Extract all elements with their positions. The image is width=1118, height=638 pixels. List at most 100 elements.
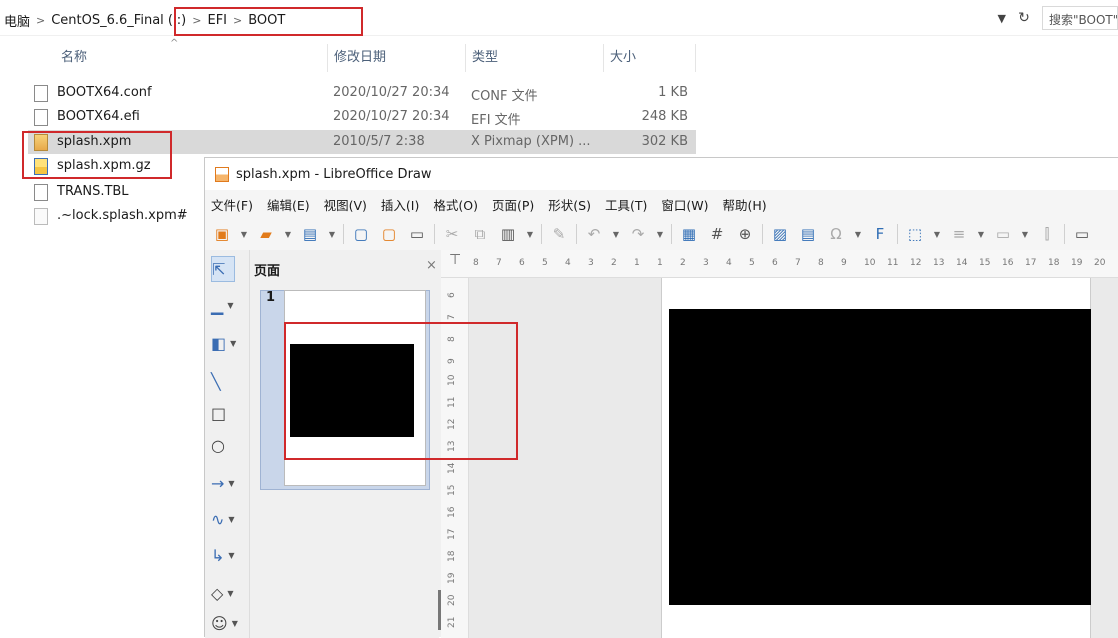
ruler-tick-label: 7 [795,258,801,268]
breadcrumb-item-drive[interactable]: CentOS_6.6_Final (I:) [51,13,186,28]
chevron-down-icon[interactable]: ▼ [853,223,863,245]
ruler-tick-label: 15 [447,484,457,496]
annotation-box-thumbnail [284,322,518,460]
connector-tool-icon[interactable]: ↳ ▼ [211,542,245,568]
save-icon[interactable]: ▤ [299,223,321,245]
chevron-down-icon[interactable]: ▼ [230,339,236,348]
menu-window[interactable]: 窗口(W) [661,195,708,214]
file-icon [34,184,48,201]
ruler-tick-label: 21 [447,616,457,628]
drawing-canvas[interactable] [469,278,1118,638]
column-size[interactable]: 大小 [604,44,696,72]
new-document-icon[interactable]: ▣ [211,223,233,245]
file-icon [34,85,48,102]
horizontal-ruler[interactable]: ⊤ 8 7 6 5 4 3 2 1 1 2 3 4 5 6 7 8 9 10 11 12 13 14 15 16 17 18 19 20 [441,250,1118,278]
file-row[interactable]: .~lock.splash.xpm# [28,204,204,228]
ruler-tick-label: 11 [887,258,899,268]
open-folder-icon[interactable]: ▰ [255,223,277,245]
clone-formatting-icon[interactable]: ✎ [548,223,570,245]
file-type: CONF 文件 [471,89,538,104]
chevron-down-icon[interactable]: ▼ [655,223,665,245]
insert-textbox-icon[interactable]: ▤ [797,223,819,245]
chevron-down-icon[interactable]: ▼ [228,479,234,488]
chevron-down-icon[interactable]: ▼ [283,223,293,245]
menu-insert[interactable]: 插入(I) [381,195,419,214]
menu-view[interactable]: 视图(V) [324,195,367,214]
chevron-down-icon[interactable]: ▼ [525,223,535,245]
arrange-icon[interactable]: ▭ [992,223,1014,245]
file-icon [34,109,48,126]
helplines-icon[interactable]: # [706,223,728,245]
chevron-down-icon[interactable]: ▼ [327,223,337,245]
basic-shapes-icon[interactable]: ◇ ▼ [211,580,245,606]
symbol-shapes-icon[interactable]: ☺ ▼ [211,610,245,636]
ruler-tick-label: 16 [1002,258,1014,268]
insert-image-icon[interactable]: ▨ [769,223,791,245]
line-color-icon[interactable]: ▁ ▼ [211,292,245,318]
export-pdf-icon[interactable]: ▢ [378,223,400,245]
file-row[interactable]: BOOTX64.conf 2020/10/27 20:34 CONF 文件 1 … [28,81,696,105]
distribute-icon[interactable]: ⫿ [1036,223,1058,245]
history-dropdown-icon[interactable]: ▼ [998,12,1006,25]
fill-color-icon[interactable]: ◧ ▼ [211,330,245,356]
menu-tools[interactable]: 工具(T) [605,195,647,214]
standard-toolbar: ▣ ▼ ▰ ▼ ▤ ▼ ▢ ▢ ▭ ✂ ⧉ ▥ ▼ ✎ ↶ ▼ ↷ ▼ ▦ # ⊕ ▨ ▤ … [205,218,1118,250]
ruler-tick-label: 19 [1071,258,1083,268]
ruler-tick-label: 19 [447,572,457,584]
curve-tool-icon[interactable]: ∿ ▼ [211,506,245,532]
ellipse-tool-icon[interactable]: ○ [211,432,245,458]
export-icon[interactable]: ▢ [350,223,372,245]
search-input[interactable]: 搜索"BOOT" [1042,6,1118,30]
ruler-tab-icon[interactable]: ⊤ [449,252,461,268]
print-icon[interactable]: ▭ [406,223,428,245]
menu-shape[interactable]: 形状(S) [548,195,591,214]
chevron-down-icon[interactable]: ▼ [232,619,238,628]
transformations-icon[interactable]: ⬚ [904,223,926,245]
menu-page[interactable]: 页面(P) [492,195,534,214]
menu-help[interactable]: 帮助(H) [722,195,766,214]
chevron-down-icon[interactable]: ▼ [227,589,233,598]
file-row[interactable]: BOOTX64.efi 2020/10/27 20:34 EFI 文件 248 … [28,105,696,129]
column-type[interactable]: 类型 [466,44,604,72]
fontwork-icon[interactable]: F [869,223,891,245]
chevron-down-icon[interactable]: ▼ [239,223,249,245]
refresh-icon[interactable]: ↻ [1014,10,1034,26]
chevron-down-icon[interactable]: ▼ [228,515,234,524]
copy-icon[interactable]: ⧉ [469,223,491,245]
chevron-down-icon[interactable]: ▼ [611,223,621,245]
ruler-tick-label: 17 [1025,258,1037,268]
column-date[interactable]: 修改日期 [328,44,466,72]
align-icon[interactable]: ≡ [948,223,970,245]
file-type: EFI 文件 [471,113,521,128]
chevron-down-icon[interactable]: ▼ [228,551,234,560]
ruler-tick-label: 16 [447,506,457,518]
ruler-tick-label: 6 [772,258,778,268]
select-tool-icon[interactable]: ⇱ [211,256,235,282]
breadcrumb-item-computer[interactable]: 电脑 [4,11,30,30]
chevron-down-icon[interactable]: ▼ [932,223,942,245]
ruler-tick-label: 3 [588,258,594,268]
address-bar: 电脑 > CentOS_6.6_Final (I:) > EFI > BOOT … [0,0,1118,36]
redo-icon[interactable]: ↷ [627,223,649,245]
grid-icon[interactable]: ▦ [678,223,700,245]
rectangle-tool-icon[interactable]: □ [211,400,245,426]
column-name[interactable]: 名称 [55,44,328,72]
chevron-down-icon[interactable]: ▼ [1020,223,1030,245]
page-number: 1 [266,290,276,305]
undo-icon[interactable]: ↶ [583,223,605,245]
shadow-icon[interactable]: ▭ [1071,223,1093,245]
line-tool-icon[interactable]: ╲ [211,368,245,394]
close-icon[interactable]: × [426,258,437,273]
chevron-down-icon[interactable]: ▼ [976,223,986,245]
menu-edit[interactable]: 编辑(E) [267,195,310,214]
arrow-line-icon[interactable]: → ▼ [211,470,245,496]
menu-format[interactable]: 格式(O) [433,195,478,214]
paste-icon[interactable]: ▥ [497,223,519,245]
special-character-icon[interactable]: Ω [825,223,847,245]
cut-icon[interactable]: ✂ [441,223,463,245]
splash-image[interactable] [669,309,1091,605]
menu-file[interactable]: 文件(F) [211,195,253,214]
zoom-icon[interactable]: ⊕ [734,223,756,245]
chevron-down-icon[interactable]: ▼ [227,301,233,310]
file-row[interactable]: TRANS.TBL [28,180,204,204]
